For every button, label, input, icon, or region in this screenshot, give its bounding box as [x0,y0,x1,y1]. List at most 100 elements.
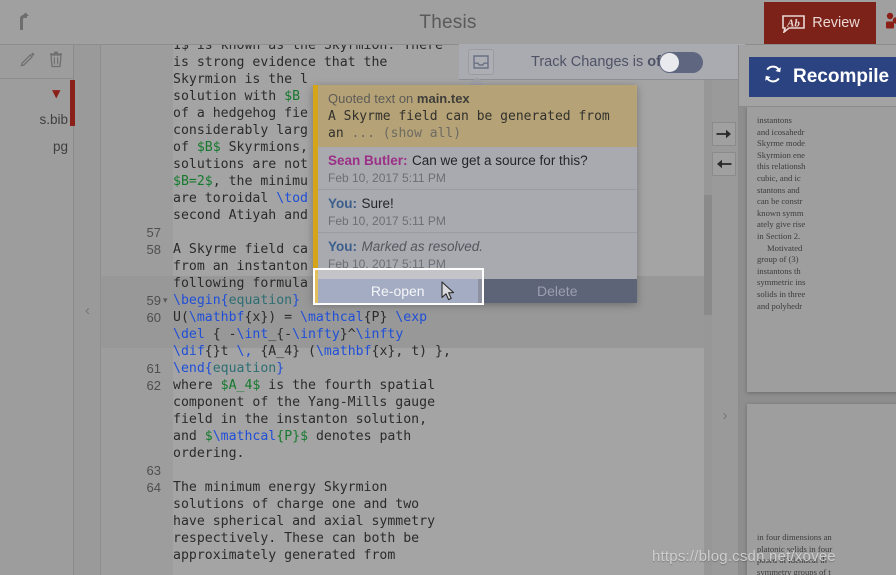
line-number [101,156,173,173]
pdf-toolbar: Recompile [739,45,896,107]
pdf-page: instantons and icosahedr Skyrme mode Skyrmi… [747,107,896,392]
pdf-text-line: solids in three [757,288,806,299]
file-tree-panel: ▾ s.bib pg [0,45,74,575]
recompile-button[interactable]: Recompile [749,57,896,97]
code-line[interactable]: \dif{}t \, {A_4} (\mathbf{x}, t) }, [101,343,712,360]
review-button-label: Review [812,15,860,31]
code-line[interactable]: 64 The minimum energy Skyrmion [101,479,712,496]
track-changes-toggle[interactable] [659,52,703,73]
reopen-highlight-box [313,268,484,305]
trash-icon[interactable] [48,51,64,73]
top-bar: Thesis Ab Review [0,0,896,45]
popup-quoted-text: Quoted text on main.tex A Skyrme field c… [318,85,637,147]
pdf-page-text: instantons and icosahedr Skyrme mode Skyrmi… [757,115,896,312]
comment-message: Sean Butler: Can we get a source for thi… [318,147,637,189]
pencil-icon[interactable] [20,51,36,72]
line-number: 61 [146,361,161,376]
code-line[interactable]: 63 [101,462,712,479]
pdf-preview-panel: Recompile instantons and icosahedr Skyrme … [738,45,896,575]
pdf-text-line: in Section 2. [757,230,801,241]
code-line[interactable]: ordering. [101,445,712,462]
pdf-text-line: instantons [757,115,792,125]
line-number: 62 [146,378,161,393]
svg-text:Ab: Ab [786,17,800,29]
line-number [101,71,173,88]
watermark: https://blog.csdn.net/xovee [652,548,836,565]
code-line[interactable]: 61 \end{equation} [101,360,712,377]
code-line-text: U(\mathbf{x}) = \mathcal{P} \exp [173,310,428,325]
sync-nav-buttons [712,122,738,182]
file-tree-folder-toggle[interactable]: ▾ [0,79,74,106]
pdf-text-line: Motivated [767,242,803,253]
code-line[interactable]: 60 U(\mathbf{x}) = \mathcal{P} \exp [101,309,712,326]
line-number [101,105,173,122]
line-number [101,496,173,513]
file-tree-rows: ▾ s.bib pg [0,79,74,160]
editor-scrollbar-thumb[interactable] [704,195,712,315]
code-line-text: approximately generated from [173,548,396,563]
code-line[interactable]: approximately generated from [101,547,712,564]
pdf-pages-scroller[interactable]: instantons and icosahedr Skyrme mode Skyrmi… [739,107,896,575]
collapse-pdf-button[interactable]: › [714,403,736,427]
code-line[interactable]: component of the Yang-Mills gauge [101,394,712,411]
line-number: 64 [146,480,161,495]
line-number [101,45,173,54]
arrow-right-icon[interactable] [712,122,736,146]
code-line-text: ordering. [173,446,245,461]
review-button[interactable]: Ab Review [764,2,876,44]
code-line[interactable]: have spherical and axial symmetry [101,513,712,530]
popup-quote-body: A Skyrme field can be generated from an … [328,108,627,142]
code-line-text: field in the instanton solution, [173,412,428,427]
code-line-text: component of the Yang-Mills gauge [173,395,436,410]
fold-marker-icon[interactable]: ▾ [163,292,168,309]
file-tree-item-image[interactable]: pg [0,133,74,160]
pdf-text-line: symmetric ins [757,277,806,288]
popup-quote-filename: main.tex [416,91,470,106]
file-tree-item-bib[interactable]: s.bib [0,106,74,133]
code-line[interactable]: and $\mathcal{P}$ denotes path [101,428,712,445]
people-group-icon[interactable] [880,2,896,44]
pdf-text-line: and icosahedr [757,126,805,137]
comment-tray-icon[interactable] [468,49,494,75]
arrow-left-icon[interactable] [712,152,736,176]
pdf-text-line: instantons th [757,265,801,276]
editor-scrollbar[interactable] [704,45,712,575]
popup-show-all-link[interactable]: ... (show all) [351,126,461,141]
code-line-text: respectively. These can both be [173,531,420,546]
document-title: Thesis [419,11,477,33]
popup-quote-prefix: Quoted text on [328,91,417,106]
code-line-text: have spherical and axial symmetry [173,514,436,529]
code-line[interactable]: \del { -\int_{-\infty}^\infty [101,326,712,343]
pdf-text-line: Skyrmion ene [757,149,805,160]
code-line[interactable]: respectively. These can both be [101,530,712,547]
line-number: 58 [146,242,161,257]
line-number [101,88,173,105]
line-number [101,547,173,564]
file-tree-toolbar [0,45,74,79]
code-line[interactable]: solutions of charge one and two [101,496,712,513]
code-line-text [173,462,712,479]
popup-messages: Sean Butler: Can we get a source for thi… [318,147,637,275]
pdf-text-line: this relationsh [757,161,806,172]
code-line[interactable]: 62 where $A_4$ is the fourth spatial [101,377,712,394]
pdf-text-line: ately give rise [757,219,806,230]
pdf-page-blank-area [757,412,896,532]
code-line[interactable]: field in the instanton solution, [101,411,712,428]
line-number [101,275,173,292]
pdf-text-line: cubic, and ic [757,172,801,183]
chevron-right-icon: › [722,406,728,424]
comment-author: Sean Butler: [328,153,408,168]
refresh-icon [763,64,783,90]
comment-author: You: [328,239,357,254]
code-line-text: \end{equation} [173,361,285,376]
line-number [101,207,173,224]
line-number [101,445,173,462]
track-changes-bar: Track Changes is off [459,44,745,80]
file-tree-item-label: s.bib [39,112,68,127]
line-number [101,411,173,428]
collapse-file-tree-button[interactable]: ‹ [75,45,100,575]
line-number [101,428,173,445]
delete-button[interactable]: Delete [477,279,637,303]
line-number: 63 [146,463,161,478]
code-line-text: where $A_4$ is the fourth spatial [173,378,436,393]
